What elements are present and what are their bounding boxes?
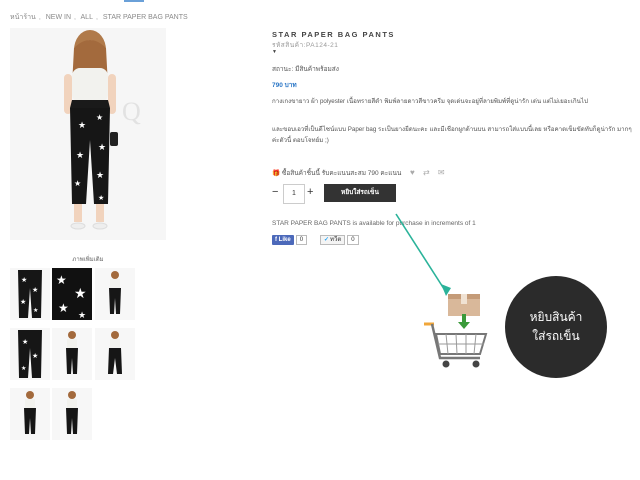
box-icon [448,294,480,316]
callout-line-1: หยิบสินค้า [529,310,583,324]
cart-icon [424,322,488,368]
down-arrow-icon [458,314,470,329]
callout-line-2: ใส่รถเข็น [532,329,580,343]
callout-bubble: หยิบสินค้า ใส่รถเข็น [505,276,607,378]
pointer-line [395,213,447,293]
annotation-overlay [395,213,488,368]
